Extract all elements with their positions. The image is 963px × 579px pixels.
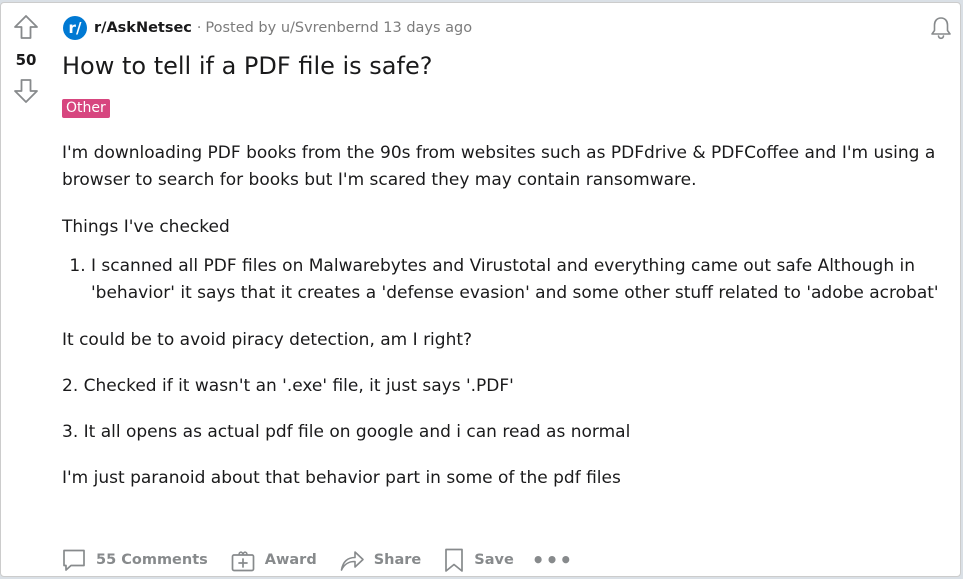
comments-button[interactable]: 55 Comments — [61, 547, 208, 573]
bookmark-icon — [445, 548, 464, 572]
share-button[interactable]: Share — [339, 547, 422, 573]
upvote-arrow-icon[interactable] — [12, 13, 40, 41]
share-arrow-icon — [340, 551, 364, 571]
post-card: 50 r/ r/AskNetsec · Posted by u/Svrenber… — [0, 2, 961, 577]
gift-icon — [231, 551, 255, 572]
vote-score: 50 — [15, 51, 37, 69]
post-actions: 55 Comments Award Share Save ••• — [61, 543, 573, 576]
subreddit-link[interactable]: r/AskNetsec — [94, 20, 192, 36]
save-button[interactable]: Save — [443, 547, 514, 573]
downvote-arrow-icon[interactable] — [12, 77, 40, 105]
bell-icon[interactable] — [928, 15, 954, 41]
body-paragraph: Things I've checked — [62, 217, 230, 237]
body-paragraph: 3. It all opens as actual pdf file on go… — [62, 422, 631, 442]
vote-column: 50 — [1, 3, 51, 105]
checked-list: I scanned all PDF files on Malwarebytes … — [62, 253, 947, 307]
body-paragraph: I'm just paranoid about that behavior pa… — [62, 468, 621, 488]
post-flair[interactable]: Other — [62, 99, 110, 118]
posted-by: Posted by u/Svrenbernd 13 days ago — [205, 20, 473, 36]
body-paragraph: It could be to avoid piracy detection, a… — [62, 330, 473, 350]
post-meta: r/ r/AskNetsec · Posted by u/Svrenbernd … — [63, 15, 472, 41]
award-label: Award — [264, 552, 317, 568]
more-options-icon[interactable]: ••• — [532, 548, 573, 572]
comments-label: 55 Comments — [96, 552, 208, 568]
body-paragraph: 2. Checked if it wasn't an '.exe' file, … — [62, 376, 514, 396]
save-label: Save — [474, 552, 514, 568]
list-item: I scanned all PDF files on Malwarebytes … — [91, 253, 947, 307]
post-body: I'm downloading PDF books from the 90s f… — [62, 140, 947, 492]
meta-separator: · — [196, 20, 202, 36]
post-title[interactable]: How to tell if a PDF file is safe? — [62, 52, 432, 80]
award-button[interactable]: Award — [230, 547, 317, 573]
subreddit-icon[interactable]: r/ — [63, 16, 87, 40]
comment-bubble-icon — [63, 549, 85, 571]
body-paragraph: I'm downloading PDF books from the 90s f… — [62, 143, 936, 190]
share-label: Share — [373, 552, 422, 568]
